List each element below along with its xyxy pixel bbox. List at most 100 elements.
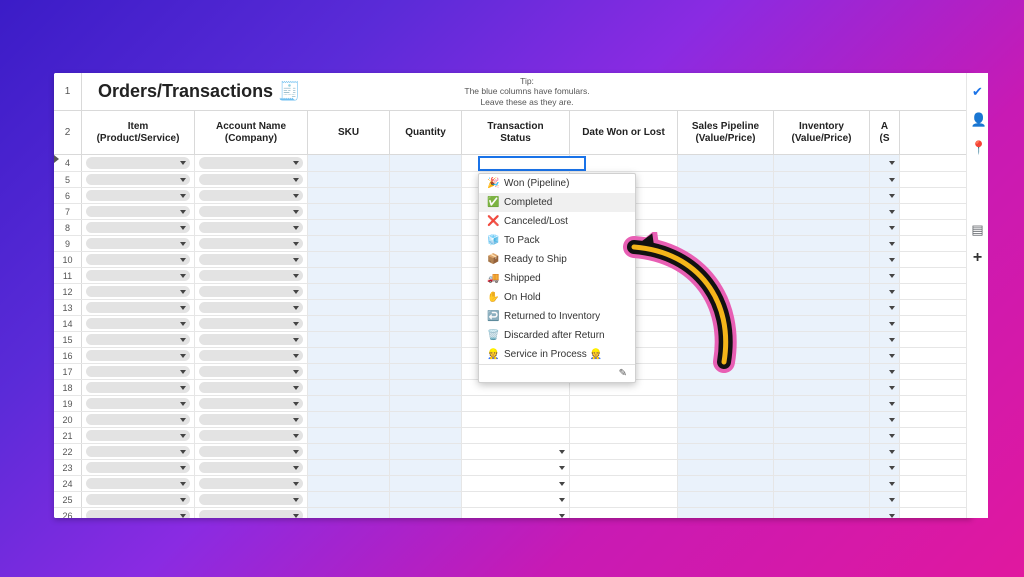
cell-stat[interactable] — [462, 412, 570, 427]
cell-inv[interactable] — [774, 428, 870, 443]
cell-qty[interactable] — [390, 172, 462, 187]
cell-pipe[interactable] — [678, 332, 774, 347]
cell-acct[interactable] — [195, 236, 308, 251]
cell-qty[interactable] — [390, 155, 462, 171]
cell-qty[interactable] — [390, 348, 462, 363]
cell-qty[interactable] — [390, 412, 462, 427]
dropdown-chip[interactable] — [199, 286, 303, 297]
row-number[interactable]: 17 — [54, 364, 82, 379]
dropdown-chip[interactable] — [86, 238, 190, 249]
cell-qty[interactable] — [390, 204, 462, 219]
cell-stat[interactable] — [462, 155, 570, 171]
cell-last[interactable] — [870, 300, 900, 315]
cell-sku[interactable] — [308, 412, 390, 427]
cell-acct[interactable] — [195, 252, 308, 267]
cell-inv[interactable] — [774, 172, 870, 187]
cell-stat[interactable] — [462, 444, 570, 459]
cell-last[interactable] — [870, 428, 900, 443]
cell-qty[interactable] — [390, 396, 462, 411]
cell-inv[interactable] — [774, 476, 870, 491]
cell-pipe[interactable] — [678, 460, 774, 475]
cell-acct[interactable] — [195, 220, 308, 235]
cell-item[interactable] — [82, 396, 195, 411]
pencil-icon[interactable]: ✎ — [619, 368, 627, 379]
cell-inv[interactable] — [774, 188, 870, 203]
cell-qty[interactable] — [390, 252, 462, 267]
status-option[interactable]: ❌Canceled/Lost — [479, 212, 635, 231]
cell-acct[interactable] — [195, 188, 308, 203]
row-number[interactable]: 23 — [54, 460, 82, 475]
dropdown-chip[interactable] — [199, 238, 303, 249]
cell-stat[interactable] — [462, 492, 570, 507]
dropdown-chip[interactable] — [199, 510, 303, 518]
chevron-down-icon[interactable] — [889, 370, 895, 374]
dropdown-chip[interactable] — [86, 206, 190, 217]
dropdown-chip[interactable] — [199, 157, 303, 169]
table-row[interactable]: 20 — [54, 412, 972, 428]
cell-pipe[interactable] — [678, 508, 774, 518]
cell-inv[interactable] — [774, 380, 870, 395]
chevron-down-icon[interactable] — [889, 290, 895, 294]
maps-icon[interactable]: 📍 — [971, 141, 985, 155]
header-item[interactable]: Item (Product/Service) — [82, 111, 195, 154]
dropdown-chip[interactable] — [199, 366, 303, 377]
cell-pipe[interactable] — [678, 396, 774, 411]
status-option[interactable]: 🚚Shipped — [479, 269, 635, 288]
chevron-down-icon[interactable] — [889, 306, 895, 310]
cell-acct[interactable] — [195, 316, 308, 331]
cell-inv[interactable] — [774, 412, 870, 427]
dropdown-chip[interactable] — [86, 462, 190, 473]
chevron-down-icon[interactable] — [889, 418, 895, 422]
tasks-icon[interactable]: ✔ — [971, 85, 985, 99]
row-number[interactable]: 26 — [54, 508, 82, 518]
cell-date[interactable] — [570, 155, 678, 171]
cell-last[interactable] — [870, 204, 900, 219]
cell-qty[interactable] — [390, 428, 462, 443]
cell-qty[interactable] — [390, 444, 462, 459]
cell-date[interactable] — [570, 428, 678, 443]
cell-pipe[interactable] — [678, 172, 774, 187]
cell-qty[interactable] — [390, 508, 462, 518]
cell-acct[interactable] — [195, 284, 308, 299]
cell-acct[interactable] — [195, 204, 308, 219]
dropdown-chip[interactable] — [199, 334, 303, 345]
cell-last[interactable] — [870, 172, 900, 187]
chevron-down-icon[interactable] — [889, 226, 895, 230]
cell-item[interactable] — [82, 412, 195, 427]
row-number[interactable]: 12 — [54, 284, 82, 299]
cell-item[interactable] — [82, 172, 195, 187]
dropdown-chip[interactable] — [86, 494, 190, 505]
cell-last[interactable] — [870, 236, 900, 251]
chevron-down-icon[interactable] — [889, 354, 895, 358]
dropdown-chip[interactable] — [199, 430, 303, 441]
cell-inv[interactable] — [774, 252, 870, 267]
cell-inv[interactable] — [774, 364, 870, 379]
chevron-down-icon[interactable] — [889, 258, 895, 262]
cell-item[interactable] — [82, 444, 195, 459]
row-number[interactable]: 15 — [54, 332, 82, 347]
cell-item[interactable] — [82, 460, 195, 475]
dropdown-chip[interactable] — [86, 190, 190, 201]
cell-pipe[interactable] — [678, 476, 774, 491]
chevron-down-icon[interactable] — [559, 450, 565, 454]
cell-sku[interactable] — [308, 332, 390, 347]
dropdown-chip[interactable] — [86, 366, 190, 377]
cell-item[interactable] — [82, 236, 195, 251]
chevron-down-icon[interactable] — [889, 210, 895, 214]
cell-inv[interactable] — [774, 460, 870, 475]
cell-inv[interactable] — [774, 268, 870, 283]
table-row[interactable]: 26 — [54, 508, 972, 518]
cell-sku[interactable] — [308, 204, 390, 219]
chevron-down-icon[interactable] — [889, 466, 895, 470]
dropdown-chip[interactable] — [86, 350, 190, 361]
chevron-down-icon[interactable] — [889, 242, 895, 246]
cell-pipe[interactable] — [678, 300, 774, 315]
cell-item[interactable] — [82, 348, 195, 363]
cell-date[interactable] — [570, 492, 678, 507]
cell-stat[interactable] — [462, 460, 570, 475]
row-number[interactable]: 6 — [54, 188, 82, 203]
cell-qty[interactable] — [390, 492, 462, 507]
cell-sku[interactable] — [308, 508, 390, 518]
cell-inv[interactable] — [774, 204, 870, 219]
cell-last[interactable] — [870, 188, 900, 203]
